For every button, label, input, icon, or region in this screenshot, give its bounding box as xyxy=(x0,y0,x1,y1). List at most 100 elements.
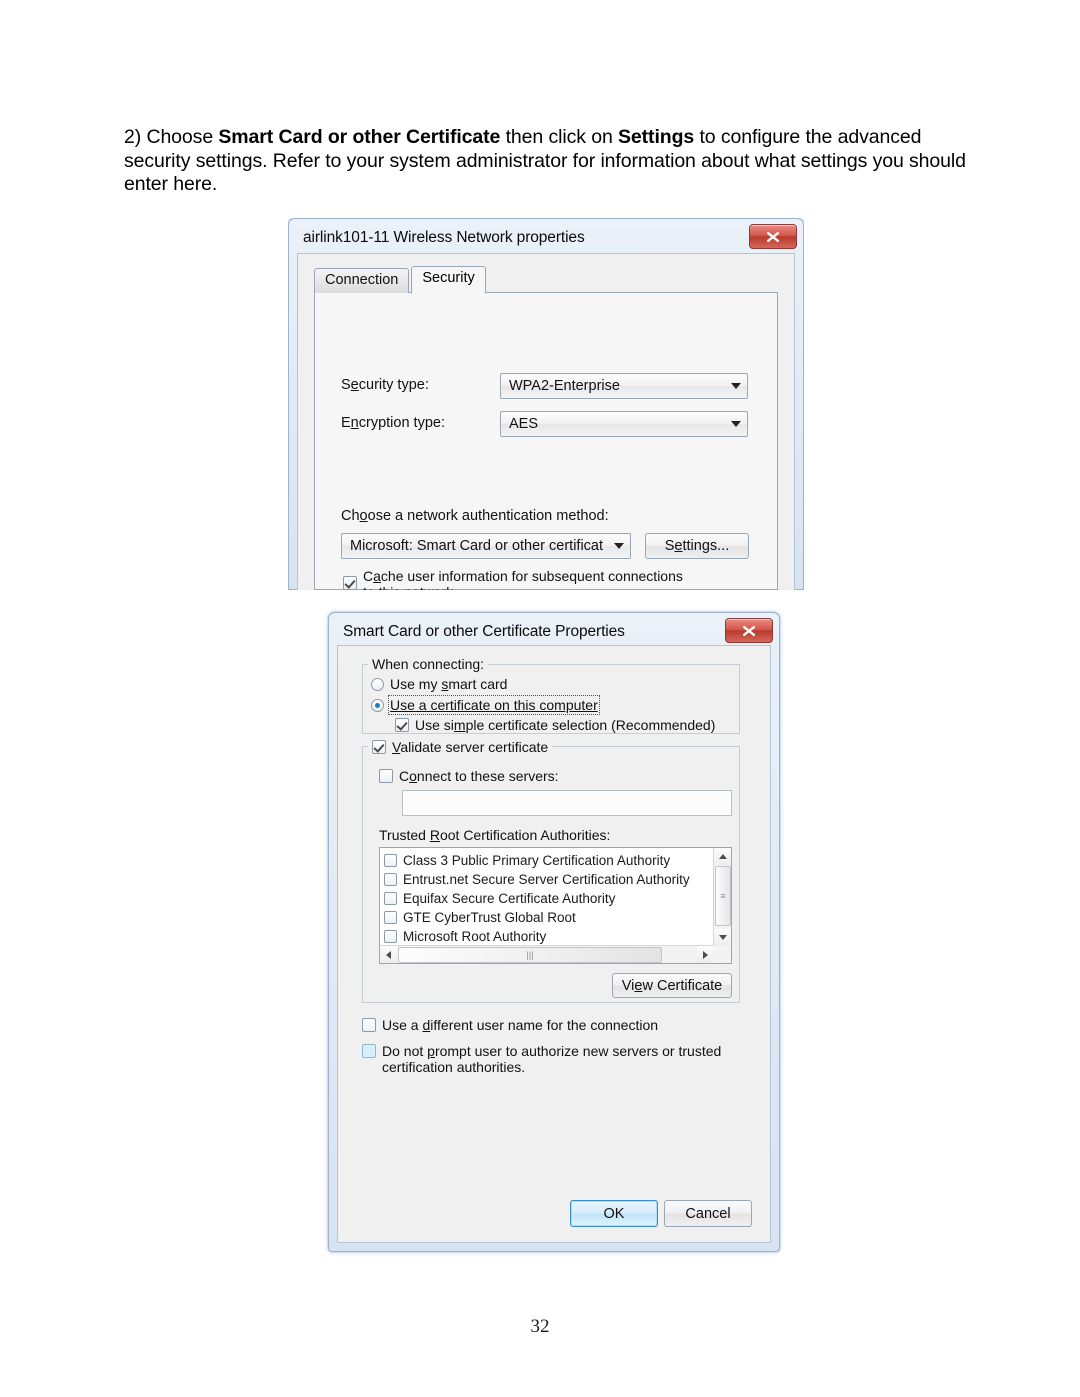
grip-icon: ≡ xyxy=(720,891,726,901)
trusted-root-checkbox[interactable] xyxy=(384,854,397,867)
horizontal-scroll-thumb[interactable]: ||| xyxy=(398,947,662,963)
connect-servers-checkbox-row[interactable]: Connect to these servers: xyxy=(379,768,559,784)
list-item[interactable]: Class 3 Public Primary Certification Aut… xyxy=(384,851,714,870)
when-connecting-label: When connecting: xyxy=(372,656,485,672)
dialog1-titlebar[interactable]: airlink101-11 Wireless Network propertie… xyxy=(293,223,799,253)
arrow-right-icon xyxy=(703,950,708,959)
list-item[interactable]: Microsoft Root Authority xyxy=(384,927,714,946)
no-prompt-line2: certification authorities. xyxy=(382,1059,526,1075)
no-prompt-checkbox[interactable] xyxy=(362,1044,376,1058)
use-certificate-label: Use a certificate on this computer xyxy=(388,695,600,715)
scroll-up-button[interactable] xyxy=(714,848,731,865)
auth-method-label: Choose a network authentication method: xyxy=(341,508,609,524)
chevron-down-icon xyxy=(614,543,624,549)
trusted-root-label: Equifax Secure Certificate Authority xyxy=(403,891,616,906)
settings-button-label: Settings... xyxy=(664,538,730,554)
trusted-root-label: Class 3 Public Primary Certification Aut… xyxy=(403,853,671,868)
servers-input[interactable] xyxy=(402,790,732,816)
vertical-scroll-thumb[interactable]: ≡ xyxy=(715,866,731,926)
cache-user-info-checkbox-row[interactable]: Cache user information for subsequent co… xyxy=(343,568,683,600)
close-icon[interactable] xyxy=(725,618,773,643)
encryption-type-value: AES xyxy=(509,416,539,432)
arrow-left-icon xyxy=(386,950,391,959)
dialog1-tabstrip: Connection Security xyxy=(314,266,794,294)
security-type-combobox[interactable]: WPA2-Enterprise xyxy=(500,373,748,399)
list-item[interactable]: Entrust.net Secure Server Certification … xyxy=(384,870,714,889)
dialog1-title: airlink101-11 Wireless Network propertie… xyxy=(303,229,585,246)
validate-server-caption[interactable]: Validate server certificate xyxy=(368,739,553,755)
no-prompt-label: Do not prompt user to authorize new serv… xyxy=(382,1043,721,1075)
scroll-right-button[interactable] xyxy=(697,946,714,963)
arrow-up-icon xyxy=(718,854,727,859)
simple-selection-checkbox-row[interactable]: Use simple certificate selection (Recomm… xyxy=(395,717,715,733)
smart-card-certificate-properties-dialog: Smart Card or other Certificate Properti… xyxy=(328,612,780,1252)
list-item[interactable]: Equifax Secure Certificate Authority xyxy=(384,889,714,908)
cache-line2: to this network xyxy=(363,584,454,600)
paragraph-text-2: then click on xyxy=(500,126,619,148)
close-icon[interactable] xyxy=(749,224,797,249)
list-item[interactable]: GTE CyberTrust Global Root xyxy=(384,908,714,927)
page-number: 32 xyxy=(530,1316,550,1337)
use-smart-card-label: Use my smart card xyxy=(390,676,508,692)
settings-button[interactable]: Settings... xyxy=(645,533,749,559)
scroll-down-button[interactable] xyxy=(714,929,731,946)
dialog2-titlebar[interactable]: Smart Card or other Certificate Properti… xyxy=(333,617,775,647)
ok-button[interactable]: OK xyxy=(570,1200,658,1227)
chevron-down-icon xyxy=(731,383,741,389)
view-certificate-button[interactable]: View Certificate xyxy=(612,973,732,998)
validate-server-checkbox[interactable] xyxy=(372,740,386,754)
paragraph-bold-settings: Settings xyxy=(618,126,695,148)
different-user-checkbox-row[interactable]: Use a different user name for the connec… xyxy=(362,1017,658,1033)
tab-security-label: Security xyxy=(422,270,475,286)
chevron-down-icon xyxy=(731,421,741,427)
dialog1-body: Connection Security Security type: WPA2-… xyxy=(297,253,795,590)
trusted-root-checkbox[interactable] xyxy=(384,873,397,886)
trusted-root-label: GTE CyberTrust Global Root xyxy=(403,910,576,925)
encryption-type-combobox[interactable]: AES xyxy=(500,411,748,437)
scrollbar-corner xyxy=(714,946,731,963)
trusted-roots-label: Trusted Root Certification Authorities: xyxy=(379,827,611,843)
trusted-root-checkbox[interactable] xyxy=(384,892,397,905)
trusted-roots-listbox[interactable]: Class 3 Public Primary Certification Aut… xyxy=(379,847,732,964)
different-user-label: Use a different user name for the connec… xyxy=(382,1017,659,1033)
use-smart-card-radio[interactable] xyxy=(371,677,384,691)
paragraph-bold-smart-card: Smart Card or other Certificate xyxy=(218,126,501,148)
dialog2-body: When connecting: Use my smart card Use a… xyxy=(337,645,771,1243)
different-user-checkbox[interactable] xyxy=(362,1018,376,1032)
auth-method-value: Microsoft: Smart Card or other certifica… xyxy=(350,538,604,554)
security-type-label: Security type: xyxy=(341,377,429,393)
trusted-root-label: Microsoft Root Authority xyxy=(403,929,547,944)
wireless-network-properties-dialog: airlink101-11 Wireless Network propertie… xyxy=(288,218,804,590)
simple-selection-label: Use simple certificate selection (Recomm… xyxy=(415,717,716,733)
grip-icon: ||| xyxy=(526,950,534,960)
cache-user-info-label: Cache user information for subsequent co… xyxy=(363,568,683,600)
listbox-horizontal-scrollbar[interactable]: ||| xyxy=(380,945,714,963)
tab-security[interactable]: Security xyxy=(411,266,486,294)
trusted-root-checkbox[interactable] xyxy=(384,911,397,924)
view-certificate-label: View Certificate xyxy=(621,977,723,994)
when-connecting-caption: When connecting: xyxy=(368,656,489,672)
connect-servers-label: Connect to these servers: xyxy=(399,768,559,784)
use-certificate-radio-row[interactable]: Use a certificate on this computer xyxy=(371,695,600,715)
no-prompt-line1: Do not prompt user to authorize new serv… xyxy=(382,1043,722,1059)
listbox-vertical-scrollbar[interactable]: ≡ xyxy=(713,848,731,946)
cache-user-info-checkbox[interactable] xyxy=(343,576,357,590)
validate-server-label: Validate server certificate xyxy=(392,739,549,755)
arrow-down-icon xyxy=(718,935,727,940)
trusted-root-checkbox[interactable] xyxy=(384,930,397,943)
scroll-left-button[interactable] xyxy=(380,946,397,963)
trusted-roots-list: Class 3 Public Primary Certification Aut… xyxy=(380,848,714,963)
trusted-root-label: Entrust.net Secure Server Certification … xyxy=(403,872,690,887)
simple-selection-checkbox[interactable] xyxy=(395,718,409,732)
auth-method-combobox[interactable]: Microsoft: Smart Card or other certifica… xyxy=(341,533,631,559)
paragraph-text-1: 2) Choose xyxy=(124,126,219,148)
cancel-button[interactable]: Cancel xyxy=(664,1200,752,1227)
no-prompt-checkbox-row[interactable]: Do not prompt user to authorize new serv… xyxy=(362,1043,721,1075)
use-smart-card-radio-row[interactable]: Use my smart card xyxy=(371,676,507,692)
tab-connection[interactable]: Connection xyxy=(314,268,410,293)
use-certificate-radio[interactable] xyxy=(371,698,384,712)
ok-button-label: OK xyxy=(603,1205,625,1222)
connect-servers-checkbox[interactable] xyxy=(379,769,393,783)
instruction-paragraph: 2) Choose Smart Card or other Certificat… xyxy=(124,126,968,197)
security-tab-panel: Security type: WPA2-Enterprise Encryptio… xyxy=(314,292,778,590)
